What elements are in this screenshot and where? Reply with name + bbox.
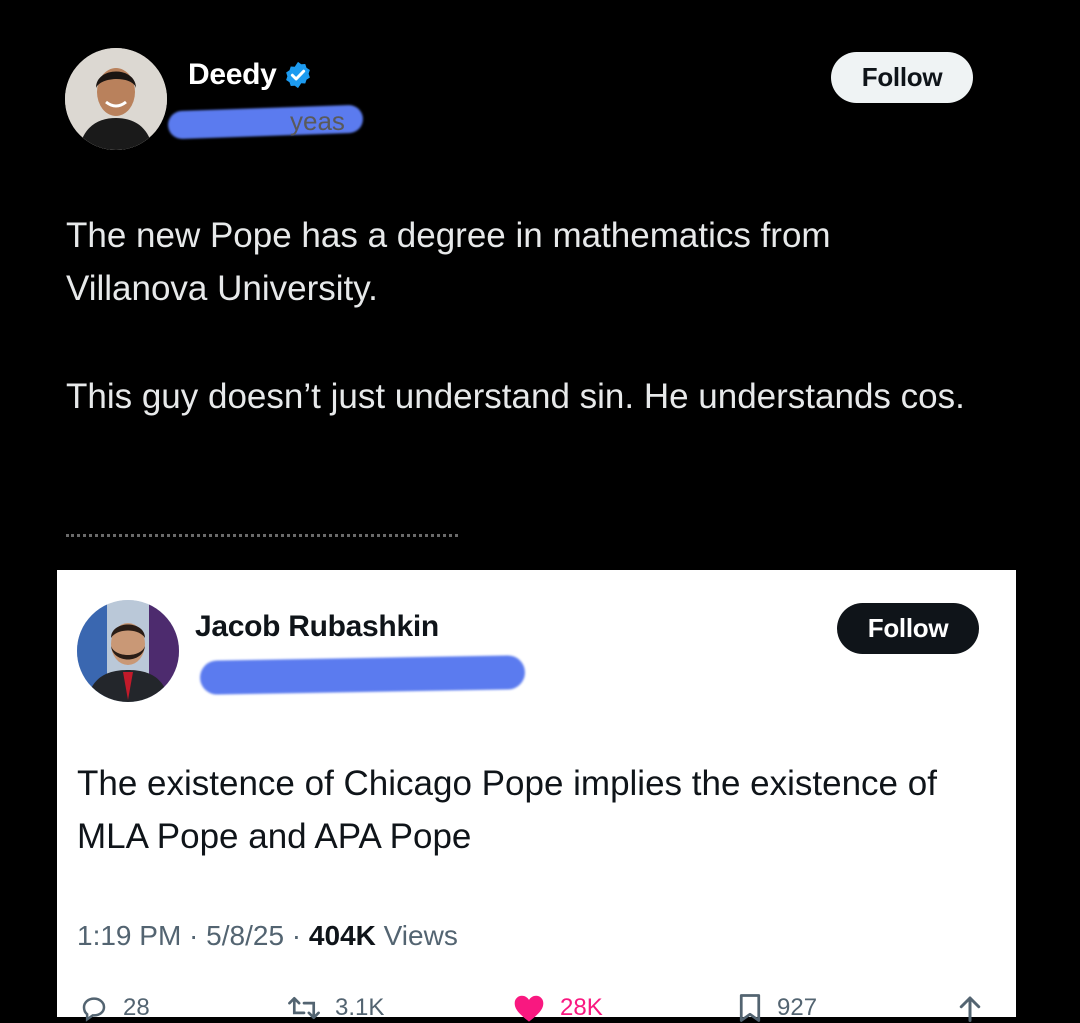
jacob-handle-redaction: [199, 655, 526, 695]
repost-count: 3.1K: [335, 994, 385, 1021]
avatar-portrait-image: [77, 600, 179, 702]
share-icon: [959, 996, 981, 1022]
like-button[interactable]: 28K: [512, 993, 603, 1023]
tweet-metadata: 1:19 PM · 5/8/25 · 404K Views: [77, 920, 458, 952]
repost-button[interactable]: 3.1K: [287, 993, 384, 1023]
avatar-portrait-image: [65, 48, 167, 150]
bookmark-icon: [739, 994, 761, 1022]
deedy-follow-button[interactable]: Follow: [831, 52, 973, 103]
tweet-time[interactable]: 1:19 PM: [77, 920, 181, 952]
deedy-tweet-paragraph-2: This guy doesn’t just understand sin. He…: [66, 377, 965, 416]
deedy-tweet-paragraph-1: The new Pope has a degree in mathematics…: [66, 216, 831, 308]
reply-icon: [82, 997, 106, 1022]
meta-separator: ·: [181, 920, 207, 951]
repost-icon: [288, 996, 320, 1020]
deedy-handle-fragment: yeas: [290, 106, 345, 136]
deedy-display-name[interactable]: Deedy: [188, 58, 277, 92]
reply-count: 28: [123, 994, 150, 1021]
verified-badge-icon: [285, 61, 310, 89]
top-tweet: Deedy yeas Follow The new Pope has a deg…: [0, 0, 1080, 570]
jacob-follow-button[interactable]: Follow: [837, 603, 979, 654]
tweet-action-bar: 28 3.1K 28K 927: [57, 993, 1016, 1023]
like-icon: [514, 995, 544, 1022]
deedy-tweet-metadata-cutoff: [66, 534, 458, 545]
jacob-name-row: Jacob Rubashkin: [195, 610, 439, 644]
views-label: Views: [383, 920, 458, 951]
jacob-avatar[interactable]: [77, 600, 179, 702]
tweet-date[interactable]: 5/8/25: [206, 920, 284, 952]
jacob-display-name[interactable]: Jacob Rubashkin: [195, 610, 439, 644]
share-button[interactable]: [957, 993, 997, 1023]
reply-button[interactable]: 28: [79, 993, 150, 1023]
quoted-tweet-card[interactable]: Jacob Rubashkin Follow The existence of …: [57, 570, 1016, 1022]
deedy-avatar[interactable]: [65, 48, 167, 150]
views-count: 404K: [308, 920, 376, 951]
meta-separator: ·: [284, 920, 309, 951]
deedy-name-row: Deedy: [188, 58, 313, 92]
jacob-tweet-text: The existence of Chicago Pope implies th…: [77, 764, 937, 856]
like-count: 28K: [560, 994, 603, 1021]
bookmark-count: 927: [777, 994, 818, 1021]
bookmark-button[interactable]: 927: [737, 993, 817, 1023]
